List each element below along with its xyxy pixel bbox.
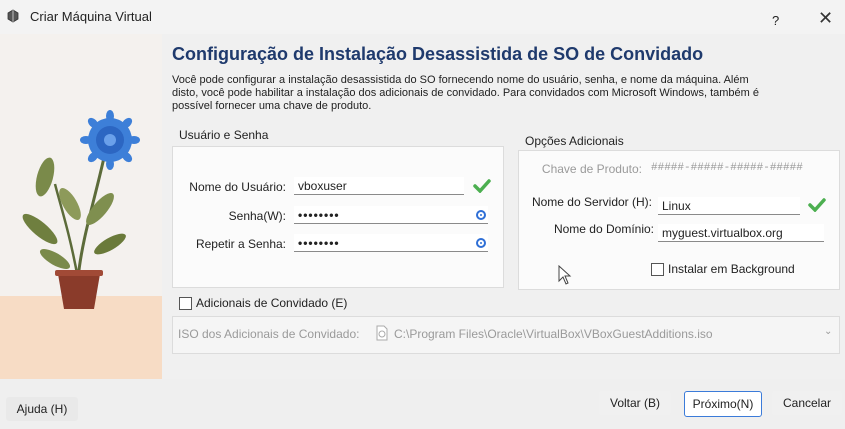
password-label: Senha(W): xyxy=(228,209,286,223)
back-button[interactable]: Voltar (B) xyxy=(599,391,671,415)
install-background-label: Instalar em Background xyxy=(668,262,795,276)
virtualbox-icon xyxy=(7,9,19,23)
iso-path-field: C:\Program Files\Oracle\VirtualBox\VBoxG… xyxy=(394,327,713,341)
install-background-checkbox[interactable] xyxy=(651,263,664,276)
guest-additions-label: Adicionais de Convidado (E) xyxy=(196,296,348,310)
guest-additions-checkbox[interactable] xyxy=(179,297,192,310)
hostname-field[interactable]: Linux xyxy=(658,197,800,215)
repeat-password-field[interactable]: •••••••• xyxy=(294,234,488,252)
help-button[interactable]: ? xyxy=(772,13,779,28)
help-footer-button[interactable]: Ajuda (H) xyxy=(6,397,78,421)
cancel-button[interactable]: Cancelar xyxy=(772,391,842,415)
window-title: Criar Máquina Virtual xyxy=(30,9,152,24)
password-field[interactable]: •••••••• xyxy=(294,206,488,224)
next-button[interactable]: Próximo(N) xyxy=(684,391,762,417)
additional-group-title: Opções Adicionais xyxy=(525,134,624,148)
domain-field[interactable]: myguest.virtualbox.org xyxy=(658,224,824,242)
plant-illustration xyxy=(0,110,162,379)
user-group-title: Usuário e Senha xyxy=(179,128,269,142)
show-password-icon[interactable] xyxy=(476,210,486,220)
iso-file-icon xyxy=(376,325,388,341)
close-button[interactable]: ✕ xyxy=(818,8,833,29)
mouse-cursor-icon xyxy=(558,265,572,285)
chevron-down-icon[interactable]: ⌄ xyxy=(824,326,832,337)
wizard-illustration xyxy=(0,34,162,379)
username-label: Nome do Usuário: xyxy=(189,180,286,194)
domain-label: Nome do Domínio: xyxy=(553,222,654,236)
page-title: Configuração de Instalação Desassistida … xyxy=(172,44,704,64)
hostname-label: Nome do Servidor (H): xyxy=(531,195,652,209)
username-valid-icon xyxy=(473,179,491,193)
product-key-field: #####-#####-#####-##### xyxy=(651,162,803,174)
title-bar: Criar Máquina Virtual ? ✕ xyxy=(0,0,845,34)
show-repeat-password-icon[interactable] xyxy=(476,238,486,248)
product-key-label: Chave de Produto: xyxy=(541,162,642,176)
hostname-valid-icon xyxy=(808,198,826,212)
iso-label: ISO dos Adicionais de Convidado: xyxy=(178,327,360,341)
repeat-password-label: Repetir a Senha: xyxy=(195,237,286,251)
page-description: Você pode configurar a instalação desass… xyxy=(172,74,759,112)
username-field[interactable]: vboxuser xyxy=(294,177,464,195)
